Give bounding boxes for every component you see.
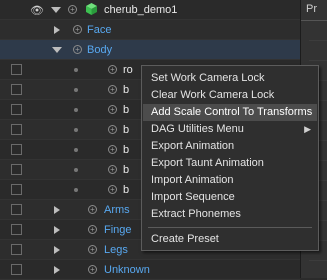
menu-item-extract-phonemes[interactable]: Extract Phonemes (143, 206, 317, 223)
menu-item-export-animation[interactable]: Export Animation (143, 138, 317, 155)
menu-item-create-preset[interactable]: Create Preset (143, 231, 317, 248)
plus-circle-icon: + (108, 105, 117, 114)
tree-item-label: Legs (104, 244, 128, 256)
menu-item-label: DAG Utilities Menu (151, 123, 244, 135)
bullet-icon (74, 148, 78, 152)
plus-circle-icon: + (68, 5, 77, 14)
tree-row-body[interactable]: + Body (0, 40, 300, 60)
menu-item-clear-work-camera-lock[interactable]: Clear Work Camera Lock (143, 87, 317, 104)
menu-separator (148, 227, 312, 228)
bullet-icon (74, 188, 78, 192)
menu-item-import-animation[interactable]: Import Animation (143, 172, 317, 189)
submenu-arrow-icon: ▶ (304, 124, 311, 134)
tree-item-label: Arms (104, 204, 130, 216)
bullet-icon (74, 68, 78, 72)
plus-circle-icon: + (88, 245, 97, 254)
collapsed-arrow-icon[interactable] (54, 26, 60, 34)
menu-item-import-sequence[interactable]: Import Sequence (143, 189, 317, 206)
tree-item-label: b (123, 164, 130, 176)
expand-arrow-icon[interactable] (51, 7, 61, 13)
plus-circle-icon: + (108, 185, 117, 194)
plus-circle-icon: + (73, 45, 82, 54)
plus-circle-icon: + (88, 205, 97, 214)
plus-circle-icon: + (108, 145, 117, 154)
tree-item-label: b (123, 104, 130, 116)
visibility-checkbox[interactable] (11, 204, 22, 215)
root-label: cherub_demo1 (104, 4, 178, 16)
expand-arrow-icon[interactable] (52, 47, 62, 53)
menu-item-export-taunt-animation[interactable]: Export Taunt Animation (143, 155, 317, 172)
visibility-checkbox[interactable] (11, 184, 22, 195)
plus-circle-icon: + (108, 125, 117, 134)
plus-circle-icon: + (88, 225, 97, 234)
visibility-checkbox[interactable] (11, 264, 22, 275)
tree-item-label: ro (123, 64, 133, 76)
visibility-checkbox[interactable] (11, 144, 22, 155)
tree-item-label: Face (87, 24, 112, 36)
tree-item-label: b (123, 144, 130, 156)
bullet-icon (74, 168, 78, 172)
visibility-checkbox[interactable] (11, 124, 22, 135)
visibility-checkbox[interactable] (11, 64, 22, 75)
menu-item-set-work-camera-lock[interactable]: Set Work Camera Lock (143, 70, 317, 87)
tree-row-root[interactable]: 👁 + cherub_demo1 (0, 0, 300, 20)
visibility-checkbox[interactable] (11, 84, 22, 95)
eye-icon[interactable]: 👁 (30, 4, 44, 17)
tree-row-unknown[interactable]: + Unknown (0, 260, 300, 280)
menu-item-add-scale-control[interactable]: Add Scale Control To Transforms (143, 104, 317, 121)
bullet-icon (74, 88, 78, 92)
tree-item-label: b (123, 84, 130, 96)
plus-circle-icon: + (108, 85, 117, 94)
menu-item-dag-utilities[interactable]: DAG Utilities Menu ▶ (143, 121, 317, 138)
bullet-icon (74, 108, 78, 112)
tree-item-label: Unknown (104, 264, 150, 276)
visibility-checkbox[interactable] (11, 224, 22, 235)
plus-circle-icon: + (88, 265, 97, 274)
collapsed-arrow-icon[interactable] (54, 206, 60, 214)
tree-item-label: Finge (104, 224, 132, 236)
tree-row-face[interactable]: + Face (0, 20, 300, 40)
collapsed-arrow-icon[interactable] (54, 226, 60, 234)
collapsed-arrow-icon[interactable] (54, 266, 60, 274)
visibility-checkbox[interactable] (11, 104, 22, 115)
tree-item-label: Body (87, 44, 113, 56)
bullet-icon (74, 128, 78, 132)
divider (309, 260, 327, 261)
divider (309, 40, 327, 41)
plus-circle-icon: + (73, 25, 82, 34)
divider (301, 20, 327, 21)
tree-item-label: b (123, 184, 130, 196)
column-header[interactable]: Pr (306, 3, 317, 15)
plus-circle-icon: + (108, 165, 117, 174)
visibility-checkbox[interactable] (11, 244, 22, 255)
cube-icon (86, 3, 97, 15)
plus-circle-icon: + (108, 65, 117, 74)
visibility-checkbox[interactable] (11, 164, 22, 175)
divider (309, 60, 327, 61)
tree-item-label: b (123, 124, 130, 136)
context-menu: Set Work Camera Lock Clear Work Camera L… (141, 65, 319, 251)
collapsed-arrow-icon[interactable] (54, 246, 60, 254)
